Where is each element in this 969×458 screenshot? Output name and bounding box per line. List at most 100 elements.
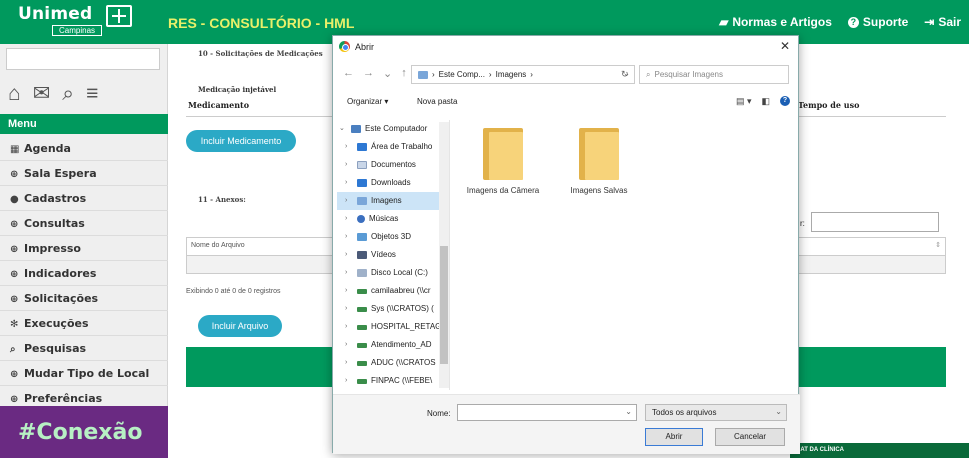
- search-icon[interactable]: ⌕: [62, 83, 74, 104]
- sidebar-item-label: Preferências: [24, 392, 103, 405]
- chevron-right-icon[interactable]: ›: [345, 246, 353, 264]
- chevron-right-icon[interactable]: ›: [345, 156, 353, 174]
- search-placeholder: Pesquisar Imagens: [654, 70, 723, 79]
- sidebar-item-label: Consultas: [24, 217, 85, 230]
- chevron-right-icon[interactable]: ›: [345, 354, 353, 372]
- view-controls: ▤ ▾ ◧ ?: [736, 96, 790, 107]
- tree-item[interactable]: › FINPAC (\\FEBE\: [337, 372, 449, 390]
- filetype-select[interactable]: Todos os arquivos ⌄: [645, 404, 787, 421]
- network-drive-icon: [357, 306, 367, 312]
- tree-item[interactable]: › Sys (\\CRATOS) (: [337, 300, 449, 318]
- address-part[interactable]: Este Comp...: [439, 70, 485, 79]
- tree-item[interactable]: ⌄ Este Computador: [337, 120, 449, 138]
- col-tempo-uso: Tempo de uso: [798, 100, 860, 110]
- tree-item[interactable]: › Documentos: [337, 156, 449, 174]
- plus-circle-icon: ⊕: [10, 219, 19, 230]
- refresh-icon[interactable]: ↻: [621, 69, 629, 80]
- sidebar-item-execuções[interactable]: ✻ Execuções: [0, 311, 168, 336]
- tree-item-label: Vídeos: [371, 250, 396, 259]
- sidebar-item-label: Cadastros: [24, 192, 87, 205]
- tree-item[interactable]: › Downloads: [337, 174, 449, 192]
- sidebar-item-pesquisas[interactable]: ⌕ Pesquisas: [0, 336, 168, 361]
- address-sep-icon: ›: [530, 70, 533, 79]
- conexao-banner[interactable]: #Conexão: [0, 406, 168, 458]
- unimed-logo[interactable]: Unimed Campinas: [18, 4, 134, 38]
- filename-label: Nome:: [427, 409, 451, 418]
- tree-item[interactable]: › Vídeos: [337, 246, 449, 264]
- address-bar[interactable]: › Este Comp... › Imagens › ⌄: [411, 65, 635, 84]
- tree-item[interactable]: › Imagens: [337, 192, 449, 210]
- tree-item[interactable]: › camilaabreu (\\cr: [337, 282, 449, 300]
- sidebar-item-consultas[interactable]: ⊕ Consultas: [0, 211, 168, 236]
- sidebar-search-input[interactable]: [6, 48, 160, 70]
- sidebar-item-label: Pesquisas: [24, 342, 87, 355]
- suporte-link[interactable]: ? Suporte: [847, 15, 908, 29]
- sidebar-item-cadastros[interactable]: ● Cadastros: [0, 186, 168, 211]
- organize-button[interactable]: Organizar ▾: [347, 97, 388, 106]
- tree-item[interactable]: › Músicas: [337, 210, 449, 228]
- filename-input[interactable]: ⌄: [457, 404, 637, 421]
- search-icon: ⌕: [10, 344, 16, 355]
- pictures-icon: [418, 70, 428, 79]
- sidebar-item-solicitações[interactable]: ⊕ Solicitações: [0, 286, 168, 311]
- chevron-right-icon[interactable]: ›: [345, 192, 353, 210]
- tree-scrollbar-thumb[interactable]: [440, 246, 448, 364]
- folder-item[interactable]: Imagens da Câmera: [459, 128, 547, 195]
- tree-item[interactable]: › Área de Trabalho: [337, 138, 449, 156]
- mail-icon[interactable]: ✉: [33, 83, 51, 104]
- dialog-toolbar: Organizar ▾ Nova pasta ▤ ▾ ◧ ?: [333, 93, 800, 113]
- up-arrow-icon[interactable]: ↑: [401, 67, 407, 80]
- sidebar-item-impresso[interactable]: ⊕ Impresso: [0, 236, 168, 261]
- sort-icon: ⇕: [935, 242, 941, 249]
- app-title: RES - CONSULTÓRIO - HML: [168, 15, 355, 31]
- chevron-right-icon[interactable]: ›: [345, 282, 353, 300]
- sair-link[interactable]: ⇥ Sair: [924, 15, 961, 29]
- view-mode-icon[interactable]: ▤ ▾: [736, 96, 752, 107]
- open-button[interactable]: Abrir: [645, 428, 703, 446]
- tree-item[interactable]: › Objetos 3D: [337, 228, 449, 246]
- open-file-dialog: Abrir ✕ ← → ⌄ ↑ › Este Comp... › Imagens…: [332, 35, 800, 454]
- normas-link[interactable]: ▰ Normas e Artigos: [719, 15, 832, 29]
- new-folder-button[interactable]: Nova pasta: [417, 97, 457, 106]
- chevron-right-icon[interactable]: ›: [345, 174, 353, 192]
- recent-dropdown-icon[interactable]: ⌄: [383, 67, 392, 80]
- chevron-right-icon[interactable]: ›: [345, 372, 353, 390]
- home-icon[interactable]: ⌂: [8, 83, 21, 104]
- sidebar-item-mudar-tipo-de-local[interactable]: ⊕ Mudar Tipo de Local: [0, 361, 168, 386]
- tree-item-label: ADUC (\\CRATOS: [371, 358, 436, 367]
- sidebar-item-sala-espera[interactable]: ⊕ Sala Espera: [0, 161, 168, 186]
- record-icon: ●: [10, 194, 19, 205]
- search-images-input[interactable]: ⌕ Pesquisar Imagens: [639, 65, 789, 84]
- incluir-medicamento-button[interactable]: Incluir Medicamento: [186, 130, 296, 152]
- chevron-right-icon[interactable]: ›: [345, 264, 353, 282]
- preview-pane-icon[interactable]: ◧: [761, 96, 770, 107]
- filter-input[interactable]: [811, 212, 939, 232]
- forward-arrow-icon[interactable]: →: [363, 67, 374, 80]
- chevron-right-icon[interactable]: ›: [345, 138, 353, 156]
- tree-item[interactable]: › Disco Local (C:): [337, 264, 449, 282]
- tree-item[interactable]: › Atendimento_AD: [337, 336, 449, 354]
- tree-item-label: HOSPITAL_RETAG: [371, 322, 442, 331]
- chevron-right-icon[interactable]: ›: [345, 228, 353, 246]
- tree-item[interactable]: › HOSPITAL_RETAG: [337, 318, 449, 336]
- chevron-right-icon[interactable]: ›: [345, 300, 353, 318]
- tree-item[interactable]: › ADUC (\\CRATOS: [337, 354, 449, 372]
- address-part[interactable]: Imagens: [496, 70, 527, 79]
- sidebar-item-agenda[interactable]: ▦ Agenda: [0, 136, 168, 161]
- chevron-down-icon[interactable]: ⌄: [625, 407, 632, 416]
- back-arrow-icon[interactable]: ←: [343, 67, 354, 80]
- folder-item[interactable]: Imagens Salvas: [555, 128, 643, 195]
- chevron-down-icon[interactable]: ⌄: [339, 120, 347, 138]
- cancel-button[interactable]: Cancelar: [715, 428, 785, 446]
- chevron-right-icon[interactable]: ›: [345, 210, 353, 228]
- hamburger-icon[interactable]: ≡: [86, 83, 98, 104]
- tree-item-label: Sys (\\CRATOS) (: [371, 304, 434, 313]
- chevron-right-icon[interactable]: ›: [345, 336, 353, 354]
- chevron-right-icon[interactable]: ›: [345, 318, 353, 336]
- incluir-arquivo-button[interactable]: Incluir Arquivo: [198, 315, 282, 337]
- videos-icon: [357, 251, 367, 259]
- chat-clinica-bar[interactable]: HAT DA CLÍNICA: [790, 443, 969, 458]
- help-icon[interactable]: ?: [780, 96, 790, 106]
- close-icon[interactable]: ✕: [780, 39, 790, 53]
- sidebar-item-indicadores[interactable]: ⊕ Indicadores: [0, 261, 168, 286]
